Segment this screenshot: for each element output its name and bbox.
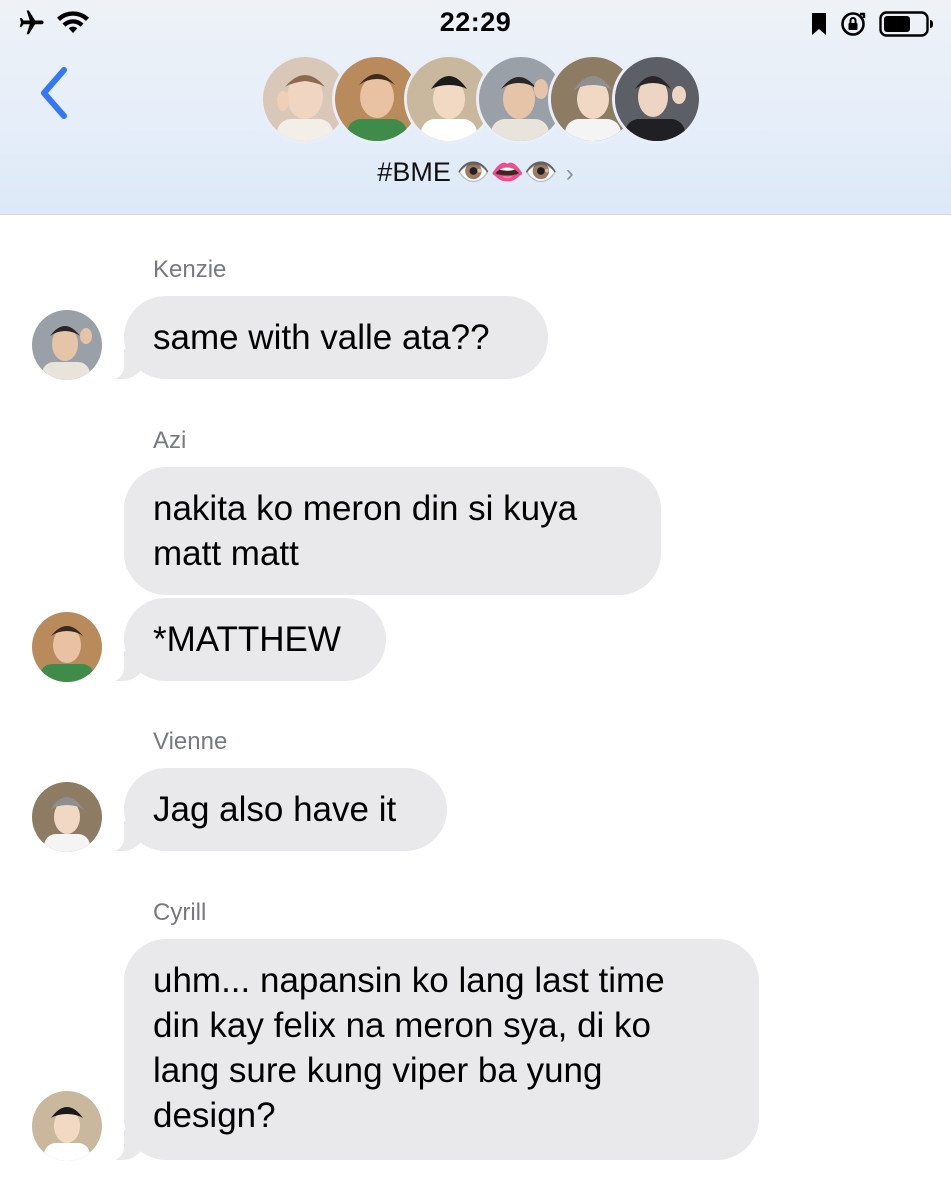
avatar-kenzie[interactable] (32, 310, 102, 380)
member-avatar-6 (612, 54, 702, 144)
message-line: nakita ko meron din si kuya (153, 489, 578, 528)
group-name-text: #BME (377, 157, 451, 187)
message-bubble[interactable]: *MATTHEW (108, 598, 386, 682)
status-time: 22:29 (439, 7, 512, 37)
group-name-emoji: 👁️👄👁️ (456, 157, 558, 188)
orientation-lock-icon (839, 10, 867, 43)
sender-name-kenzie: Kenzie (153, 256, 227, 283)
back-button[interactable] (36, 66, 76, 120)
message-line: uhm... napansin ko lang last time (153, 961, 665, 1000)
message-bubble[interactable]: Jag also have it (108, 768, 447, 852)
chat-header: 22:29 #BME 👁️👄👁️ › (0, 0, 951, 215)
sender-name-azi: Azi (153, 427, 187, 454)
message-text: *MATTHEW (153, 620, 341, 659)
avatar-azi[interactable] (32, 612, 102, 682)
message-list[interactable]: Kenzie same with valle ata?? Azi nakita … (0, 215, 951, 1200)
status-right (811, 10, 935, 43)
message-text: same with valle ata?? (153, 318, 490, 357)
message-text: uhm... napansin ko lang last time din kay… (153, 961, 665, 1135)
message-text: nakita ko meron din si kuya matt matt (153, 489, 577, 573)
chevron-left-icon (41, 67, 67, 119)
group-avatars[interactable] (260, 54, 702, 146)
message-bubble[interactable]: nakita ko meron din si kuya matt matt (124, 467, 661, 595)
bookmark-icon (811, 12, 827, 41)
message-text: Jag also have it (153, 790, 397, 829)
battery-icon (879, 11, 935, 42)
message-line: lang sure kung viper ba yung (153, 1051, 603, 1090)
message-line: design? (153, 1096, 276, 1135)
avatar-vienne[interactable] (32, 782, 102, 852)
group-name-button[interactable]: #BME 👁️👄👁️ › (0, 156, 951, 188)
chevron-right-icon: › (565, 160, 574, 187)
imessage-group-chat-screen: 22:29 #BME 👁️👄👁️ › Kenzie same with vall… (0, 0, 951, 1200)
message-line: matt matt (153, 534, 299, 573)
sender-name-cyrill: Cyrill (153, 899, 207, 926)
avatar-cyrill[interactable] (32, 1091, 102, 1161)
message-bubble[interactable]: uhm... napansin ko lang last time din kay… (108, 939, 759, 1161)
message-line: din kay felix na meron sya, di ko (153, 1006, 652, 1045)
message-bubble[interactable]: same with valle ata?? (108, 296, 548, 380)
status-bar: 22:29 (0, 0, 951, 50)
sender-name-vienne: Vienne (153, 728, 228, 755)
